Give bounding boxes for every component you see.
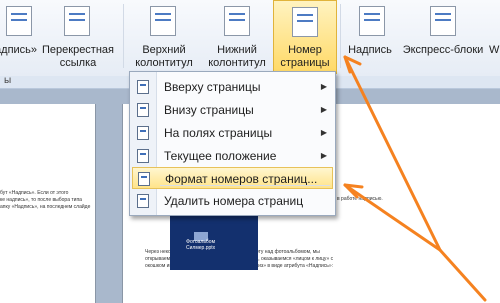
annotation-arrows [343, 55, 487, 302]
arrow-tail [438, 248, 487, 302]
arrow-to-format-item [343, 183, 442, 252]
arrow-to-page-number-button [343, 55, 442, 252]
